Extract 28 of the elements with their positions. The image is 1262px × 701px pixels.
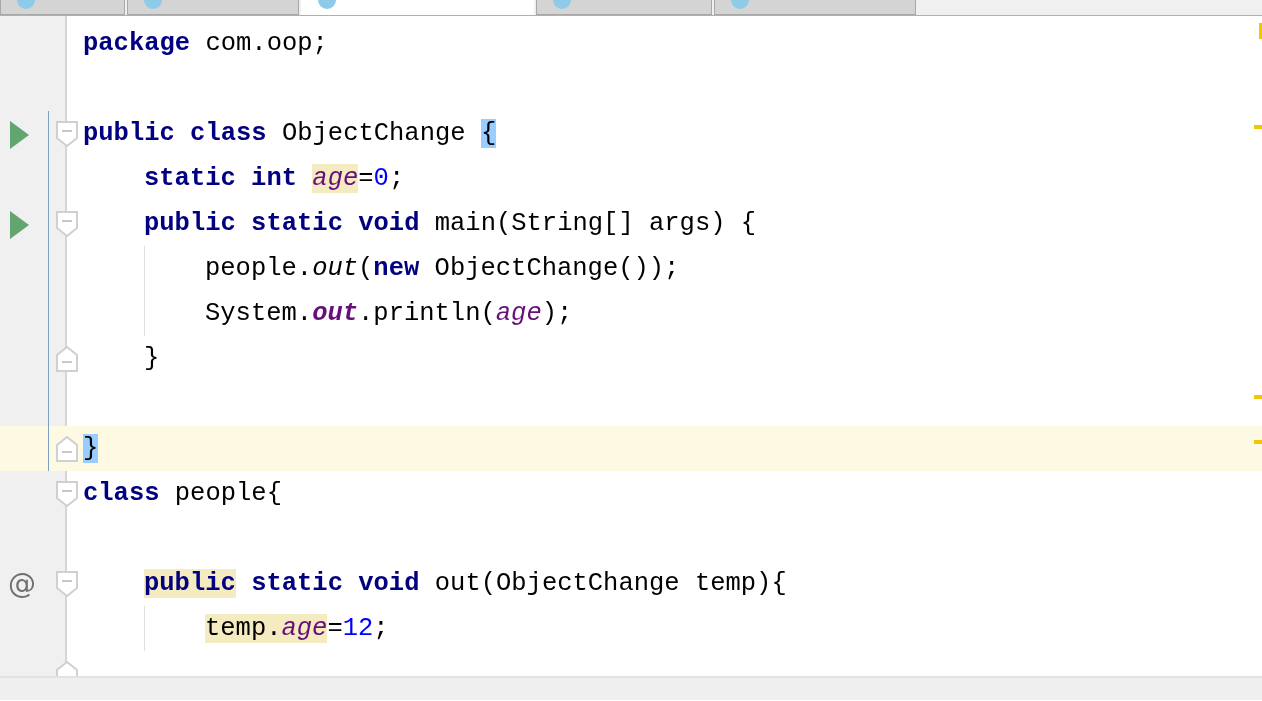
fold-icon[interactable] [56,436,78,462]
code-line: public static void out(ObjectChange temp){ [144,568,787,600]
warning-stripe-mark[interactable] [1254,125,1262,129]
code-line: package com.oop; [83,28,328,60]
warning-stripe-mark[interactable] [1254,395,1262,399]
fold-icon[interactable] [56,481,78,507]
editor-tab[interactable] [0,0,125,15]
code-line: public class ObjectChange { [83,118,497,150]
run-icon[interactable] [10,211,29,239]
fold-icon[interactable] [56,121,78,147]
code-line: people.out(new ObjectChange()); [205,253,680,285]
horizontal-scrollbar[interactable] [0,676,1262,700]
code-line: static int age=0; [144,163,405,195]
editor-tab[interactable] [127,0,299,15]
editor-tab[interactable] [714,0,916,15]
code-line: public static void main(String[] args) { [144,208,757,240]
run-icon[interactable] [10,121,29,149]
code-line: } [144,343,160,375]
override-marker[interactable]: @ [8,561,36,606]
fold-icon[interactable] [56,571,78,597]
warning-stripe-mark[interactable] [1254,440,1262,444]
fold-icon[interactable] [56,346,78,372]
warning-stripe-mark[interactable] [1259,23,1262,39]
code-line: class people{ [83,478,282,510]
fold-icon[interactable] [56,211,78,237]
code-line: System.out.println(age); [205,298,573,330]
editor-tab[interactable] [536,0,712,15]
code-line: temp.age=12; [205,613,389,645]
